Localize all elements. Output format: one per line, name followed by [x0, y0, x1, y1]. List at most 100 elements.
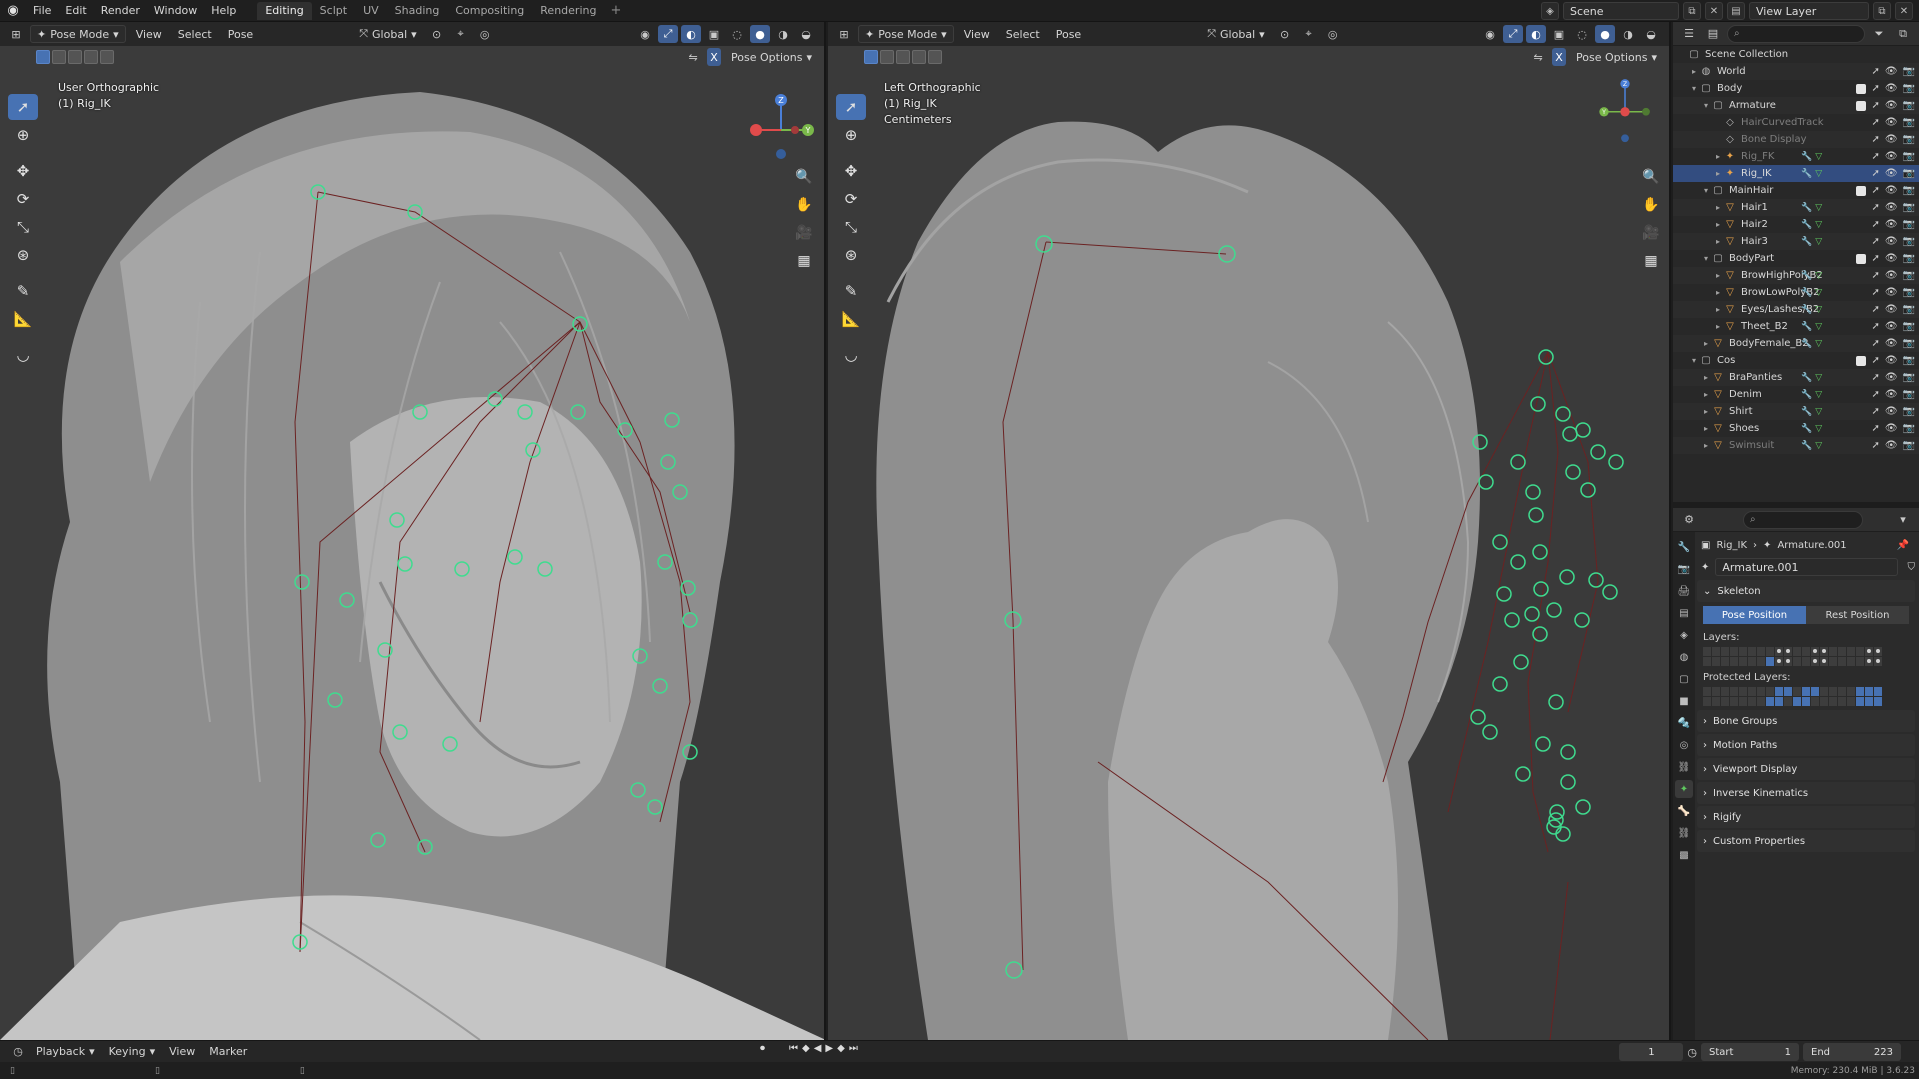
layer-toggle[interactable]: [1793, 687, 1801, 696]
expand-arrow-icon[interactable]: ▸: [1701, 390, 1711, 399]
layer-toggle[interactable]: [1757, 687, 1765, 696]
visibility-icon[interactable]: ◉: [1480, 25, 1500, 43]
layer-toggle[interactable]: [1712, 657, 1720, 666]
outliner-row[interactable]: ▸ ✦ Rig_FK 🔧 ▽ ➚ 👁 📷: [1673, 148, 1919, 165]
layer-toggle[interactable]: [1784, 647, 1792, 656]
pivot-icon[interactable]: ⊙: [1275, 25, 1295, 43]
mirror-x-toggle[interactable]: X: [1552, 48, 1567, 66]
wrench-icon[interactable]: 🔧: [1801, 288, 1812, 298]
rendered-shading-icon[interactable]: ◒: [1641, 25, 1661, 43]
layer-toggle[interactable]: [1865, 687, 1873, 696]
layer-toggle[interactable]: [1865, 657, 1873, 666]
material-shading-icon[interactable]: ◑: [1618, 25, 1638, 43]
tab-shading[interactable]: Shading: [387, 2, 448, 20]
solid-shading-icon[interactable]: ●: [750, 25, 770, 43]
layer-toggle[interactable]: [1775, 687, 1783, 696]
timeline-editor-icon[interactable]: ◷: [8, 1043, 28, 1061]
layer-toggle[interactable]: [1820, 647, 1828, 656]
layer-toggle[interactable]: [1838, 657, 1846, 666]
layer-toggle[interactable]: [1730, 687, 1738, 696]
filter-icon[interactable]: ⏷: [1869, 25, 1889, 43]
pose-options-button[interactable]: Pose Options ▾: [1570, 48, 1663, 66]
modifier-icons[interactable]: 🔧 ▽: [1801, 284, 1822, 301]
layer-toggle[interactable]: [1721, 697, 1729, 706]
eye-icon[interactable]: 👁: [1885, 100, 1898, 111]
viewport-left[interactable]: ⊞ ✦ Pose Mode ▾ View Select Pose ⤧ Global ▾ …: [0, 22, 826, 1040]
eye-icon[interactable]: 👁: [1885, 66, 1898, 77]
camera-view-icon[interactable]: 🎥: [1639, 221, 1663, 245]
rest-position-button[interactable]: Rest Position: [1806, 606, 1909, 624]
layer-toggle[interactable]: [1829, 687, 1837, 696]
layer-toggle[interactable]: [1847, 657, 1855, 666]
wrench-icon[interactable]: 🔧: [1801, 220, 1812, 230]
layer-toggle[interactable]: [1820, 657, 1828, 666]
delete-scene-icon[interactable]: ✕: [1705, 2, 1723, 20]
layer-toggle[interactable]: [1757, 697, 1765, 706]
select-arrow-icon[interactable]: ➚: [1871, 304, 1879, 315]
modifier-icons[interactable]: 🔧 ▽: [1801, 437, 1822, 454]
camera-render-icon[interactable]: 📷: [1903, 389, 1915, 400]
menu-help[interactable]: Help: [204, 0, 243, 22]
pan-hand-icon[interactable]: ✋: [792, 193, 816, 217]
eye-icon[interactable]: 👁: [1885, 304, 1898, 315]
armature-datablock-field[interactable]: Armature.001: [1715, 558, 1898, 576]
camera-render-icon[interactable]: 📷: [1903, 185, 1915, 196]
layer-toggle[interactable]: [1766, 657, 1774, 666]
exclude-checkbox[interactable]: [1856, 185, 1867, 196]
layer-toggle[interactable]: [1775, 657, 1783, 666]
select-arrow-icon[interactable]: ➚: [1871, 253, 1879, 264]
eye-icon[interactable]: 👁: [1885, 168, 1898, 179]
select-arrow-icon[interactable]: ➚: [1871, 219, 1879, 230]
constraints-tab-icon[interactable]: ⛓: [1675, 758, 1693, 776]
wrench-icon[interactable]: 🔧: [1801, 322, 1812, 332]
expand-arrow-icon[interactable]: ▸: [1701, 373, 1711, 382]
camera-render-icon[interactable]: 📷: [1903, 202, 1915, 213]
vertex-group-icon[interactable]: ▽: [1815, 220, 1822, 230]
outliner-row[interactable]: ▾ ▢ Body ➚ 👁 📷: [1673, 80, 1919, 97]
vertex-group-icon[interactable]: ▽: [1815, 203, 1822, 213]
camera-render-icon[interactable]: 📷: [1903, 338, 1915, 349]
outliner-row[interactable]: ▾ ▢ BodyPart ➚ 👁 📷: [1673, 250, 1919, 267]
vertex-group-icon[interactable]: ▽: [1815, 305, 1822, 315]
menu-pose[interactable]: Pose: [222, 25, 259, 43]
outliner-row[interactable]: ▸ ◍ World ➚ 👁 📷: [1673, 63, 1919, 80]
move-tool-icon[interactable]: ✥: [8, 158, 38, 184]
play-reverse-icon[interactable]: ◀: [814, 1043, 822, 1054]
layer-toggle[interactable]: [1766, 687, 1774, 696]
outliner-row[interactable]: ▸ ▽ Shirt 🔧 ▽ ➚ 👁 📷: [1673, 403, 1919, 420]
camera-render-icon[interactable]: 📷: [1903, 321, 1915, 332]
outliner-row[interactable]: ▸ ▽ Hair2 🔧 ▽ ➚ 👁 📷: [1673, 216, 1919, 233]
armature-data-icon[interactable]: ✦: [1701, 562, 1709, 573]
layer-toggle[interactable]: [1865, 697, 1873, 706]
mode-selector[interactable]: ✦ Pose Mode ▾: [30, 25, 126, 43]
vertex-group-icon[interactable]: ▽: [1815, 152, 1822, 162]
layer-toggle[interactable]: [1847, 687, 1855, 696]
expand-arrow-icon[interactable]: ▸: [1713, 288, 1723, 297]
physics-tab-icon[interactable]: ◎: [1675, 736, 1693, 754]
wrench-icon[interactable]: 🔧: [1801, 339, 1812, 349]
eye-icon[interactable]: 👁: [1885, 83, 1898, 94]
wrench-icon[interactable]: 🔧: [1801, 271, 1812, 281]
wrench-icon[interactable]: 🔧: [1801, 237, 1812, 247]
select-arrow-icon[interactable]: ➚: [1871, 355, 1879, 366]
pose-options-button[interactable]: Pose Options ▾: [725, 48, 818, 66]
next-keyframe-icon[interactable]: ◆: [837, 1043, 845, 1054]
world-tab-icon[interactable]: ◍: [1675, 648, 1693, 666]
exclude-checkbox[interactable]: [1856, 83, 1867, 94]
camera-render-icon[interactable]: 📷: [1903, 270, 1915, 281]
vertex-group-icon[interactable]: ▽: [1815, 424, 1822, 434]
jump-end-icon[interactable]: ⏭: [849, 1043, 858, 1054]
layer-toggle[interactable]: [1874, 657, 1882, 666]
layer-toggle[interactable]: [1784, 657, 1792, 666]
annotate-tool-icon[interactable]: ✎: [8, 278, 38, 304]
layer-toggle[interactable]: [1712, 687, 1720, 696]
outliner-row[interactable]: ◇ Bone Display ➚ 👁 📷: [1673, 131, 1919, 148]
vertex-group-icon[interactable]: ▽: [1815, 390, 1822, 400]
mode-selector[interactable]: ✦ Pose Mode ▾: [858, 25, 954, 43]
properties-editor-icon[interactable]: ⚙: [1679, 511, 1699, 529]
tab-uv[interactable]: UV: [355, 2, 387, 20]
panel-header[interactable]: › Custom Properties: [1697, 830, 1915, 852]
bone-tab-icon[interactable]: 🦴: [1675, 802, 1693, 820]
layer-toggle[interactable]: [1811, 697, 1819, 706]
layer-toggle[interactable]: [1784, 697, 1792, 706]
